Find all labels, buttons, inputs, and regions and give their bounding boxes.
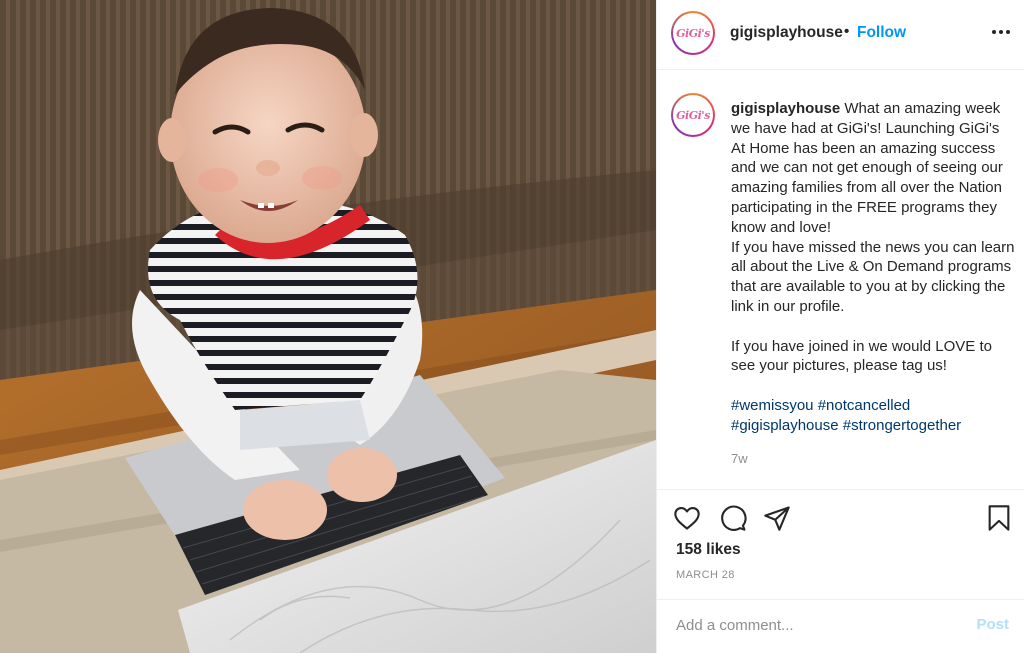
separator-dot: • (844, 23, 850, 40)
post-caption: gigisplayhouse What an amazing week we h… (731, 99, 1015, 436)
comment-input[interactable] (676, 614, 966, 636)
author-avatar[interactable]: GiGi's (671, 11, 715, 55)
add-comment-bar: Post (657, 599, 1024, 653)
caption-username[interactable]: gigisplayhouse (731, 100, 840, 117)
follow-button[interactable]: Follow (857, 24, 906, 42)
post-comment-button[interactable]: Post (976, 616, 1009, 633)
post-date[interactable]: MARCH 28 (676, 569, 735, 581)
post-photo[interactable] (0, 0, 656, 653)
photo-illustration (0, 0, 656, 653)
action-bar: 158 likes MARCH 28 (657, 489, 1024, 599)
post-header: GiGi's gigisplayhouse • Follow (657, 0, 1024, 70)
hashtag-link[interactable]: #strongertogether (843, 417, 961, 434)
caption-author-avatar[interactable]: GiGi's (671, 93, 715, 137)
hashtag-link[interactable]: #wemissyou (731, 397, 814, 414)
author-username[interactable]: gigisplayhouse (730, 24, 843, 42)
comments-section: GiGi's gigisplayhouse What an amazing we… (657, 71, 1024, 489)
hashtag-link[interactable]: #notcancelled (818, 397, 911, 414)
paper-plane-icon[interactable] (763, 504, 791, 532)
comment-icon[interactable] (719, 504, 747, 532)
more-icon[interactable] (989, 20, 1013, 44)
bookmark-icon[interactable] (985, 504, 1013, 532)
avatar-logo: GiGi's (676, 26, 710, 40)
avatar-logo: GiGi's (676, 108, 710, 122)
post-detail-panel: GiGi's gigisplayhouse • Follow GiGi's gi… (656, 0, 1024, 653)
caption-hashtags: #wemissyou #notcancelled #gigisplayhouse… (731, 396, 1015, 436)
hashtag-link[interactable]: #gigisplayhouse (731, 417, 839, 434)
caption-text: What an amazing week we have had at GiGi… (731, 100, 1015, 375)
caption-time-ago[interactable]: 7w (731, 451, 748, 466)
heart-icon[interactable] (673, 504, 701, 532)
likes-count[interactable]: 158 likes (676, 541, 741, 559)
